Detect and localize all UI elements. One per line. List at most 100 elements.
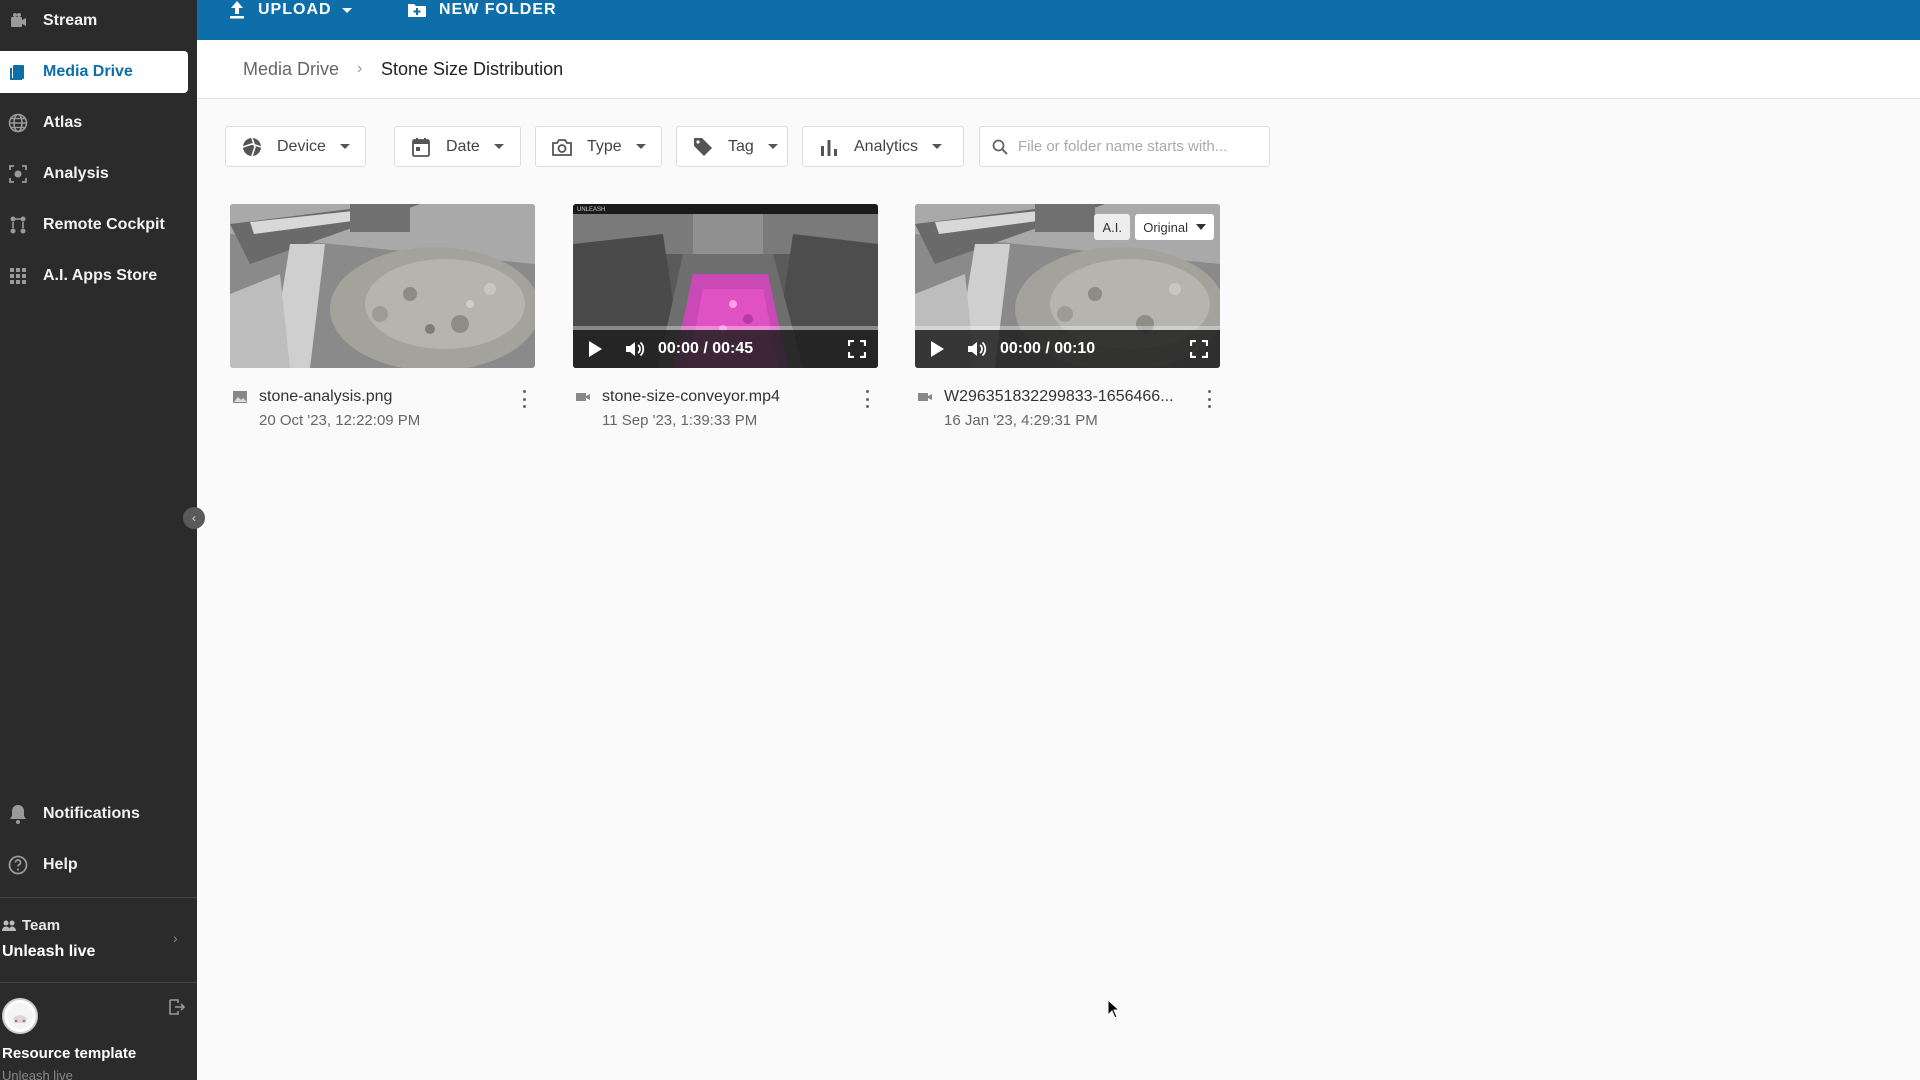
- sidebar-item-label: Help: [43, 856, 78, 873]
- user-org: Unleash live: [2, 1068, 73, 1080]
- new-folder-label: NEW FOLDER: [439, 1, 557, 18]
- mouse-cursor-icon: [1107, 999, 1121, 1019]
- file-name[interactable]: W296351832299833-1656466...: [944, 388, 1184, 406]
- sidebar-item-label: Analysis: [43, 165, 109, 182]
- more-options-icon[interactable]: [1205, 390, 1213, 408]
- user-name: Resource template: [2, 1045, 137, 1062]
- avatar-image: [7, 1003, 33, 1029]
- team-icon: [2, 920, 16, 931]
- volume-icon[interactable]: [624, 338, 646, 360]
- video-file-icon: [575, 390, 591, 404]
- sidebar-item-remote-cockpit[interactable]: Remote Cockpit: [0, 204, 188, 246]
- filter-label: Date: [446, 137, 480, 155]
- file-card-stone-analysis[interactable]: stone-analysis.png 20 Oct '23, 12:22:09 …: [230, 204, 535, 429]
- sidebar-item-label: A.I. Apps Store: [43, 267, 158, 284]
- chevron-down-icon: [767, 144, 778, 149]
- bell-icon: [8, 804, 28, 824]
- sidebar-item-label: Atlas: [43, 114, 83, 131]
- team-label-text: Team: [22, 917, 61, 934]
- upload-button[interactable]: UPLOAD: [228, 0, 352, 20]
- fullscreen-icon[interactable]: [848, 340, 866, 358]
- file-thumbnail[interactable]: [230, 204, 535, 368]
- filter-device[interactable]: Device: [225, 126, 366, 167]
- globe-icon: [8, 113, 28, 133]
- filter-label: Analytics: [854, 137, 919, 155]
- filter-tag[interactable]: Tag: [676, 126, 788, 167]
- sidebar-item-help[interactable]: Help: [0, 844, 188, 886]
- sidebar-item-ai-apps-store[interactable]: A.I. Apps Store: [0, 255, 188, 297]
- video-overlay-text: UNLEASH: [577, 207, 605, 213]
- image-file-icon: [232, 390, 248, 404]
- volume-icon[interactable]: [966, 338, 988, 360]
- chevron-down-icon: [932, 144, 943, 149]
- chevron-down-icon: [339, 144, 350, 149]
- avatar[interactable]: [2, 998, 38, 1034]
- more-options-icon[interactable]: [520, 390, 528, 408]
- new-folder-button[interactable]: NEW FOLDER: [407, 0, 557, 20]
- camera-icon: [551, 136, 573, 158]
- team-name[interactable]: Unleash live: [2, 943, 95, 961]
- grid-icon: [8, 266, 28, 286]
- upload-label: UPLOAD: [258, 1, 332, 18]
- breadcrumb-current: Stone Size Distribution: [381, 59, 564, 79]
- more-options-icon[interactable]: [863, 390, 871, 408]
- filter-analytics[interactable]: Analytics: [802, 126, 964, 167]
- top-toolbar: UPLOAD NEW FOLDER: [197, 0, 1920, 40]
- filter-type[interactable]: Type: [535, 126, 662, 167]
- sidebar-item-label: Stream: [43, 12, 98, 29]
- sidebar-divider: [0, 897, 197, 898]
- thumbnail-image: [230, 204, 535, 368]
- sidebar-item-analysis[interactable]: Analysis: [0, 153, 188, 195]
- file-date: 16 Jan '23, 4:29:31 PM: [944, 412, 1098, 429]
- search-field: [979, 126, 1270, 167]
- filter-label: Type: [587, 137, 622, 155]
- video-time: 00:00 / 00:10: [1000, 340, 1096, 357]
- video-time: 00:00 / 00:45: [658, 340, 754, 357]
- video-player[interactable]: A.I. Original 00:00 / 00:10: [915, 204, 1220, 368]
- play-icon[interactable]: [931, 341, 944, 357]
- video-controls: 00:00 / 00:10: [915, 330, 1220, 368]
- breadcrumb-root[interactable]: Media Drive: [243, 59, 339, 80]
- analysis-icon: [8, 164, 28, 184]
- chevron-down-icon: [1196, 224, 1206, 230]
- collapse-sidebar-button[interactable]: ‹: [183, 507, 205, 529]
- video-player[interactable]: UNLEASH 00:00 / 00:45: [573, 204, 878, 368]
- chevron-right-icon[interactable]: ›: [173, 930, 178, 946]
- filter-label: Device: [277, 137, 326, 155]
- bar-chart-icon: [818, 136, 840, 158]
- tag-icon: [692, 136, 714, 158]
- play-icon[interactable]: [589, 341, 602, 357]
- view-mode-value: Original: [1143, 219, 1188, 235]
- sidebar-item-label: Media Drive: [43, 63, 133, 80]
- team-label: Team: [2, 917, 60, 934]
- media-drive-icon: [8, 62, 28, 82]
- sidebar: Stream Media Drive Atlas Analysis Remote…: [0, 0, 197, 1080]
- sidebar-item-label: Notifications: [43, 805, 140, 822]
- sidebar-item-notifications[interactable]: Notifications: [0, 793, 188, 835]
- filter-date[interactable]: Date: [394, 126, 521, 167]
- file-card-stone-size-conveyor[interactable]: UNLEASH 00:00 / 00:45 stone-size-conveyo…: [573, 204, 878, 429]
- new-folder-icon: [408, 4, 426, 17]
- file-date: 11 Sep '23, 1:39:33 PM: [602, 412, 758, 429]
- sidebar-item-stream[interactable]: Stream: [0, 0, 188, 42]
- logout-icon[interactable]: [168, 998, 188, 1018]
- remote-cockpit-icon: [8, 215, 28, 235]
- filter-label: Tag: [728, 137, 754, 155]
- chevron-down-icon: [635, 144, 646, 149]
- stream-icon: [8, 11, 28, 31]
- fullscreen-icon[interactable]: [1190, 340, 1208, 358]
- sidebar-divider: [0, 982, 197, 983]
- video-controls: 00:00 / 00:45: [573, 330, 878, 368]
- file-name[interactable]: stone-size-conveyor.mp4: [602, 388, 842, 406]
- chevron-down-icon: [341, 7, 352, 13]
- ai-toggle-button[interactable]: A.I.: [1094, 214, 1130, 240]
- sidebar-item-label: Remote Cockpit: [43, 216, 165, 233]
- sidebar-item-media-drive[interactable]: Media Drive: [0, 51, 188, 93]
- view-mode-select[interactable]: Original: [1135, 214, 1214, 240]
- file-card-w296351832299833[interactable]: A.I. Original 00:00 / 00:10 W29635183229…: [915, 204, 1220, 429]
- search-input[interactable]: [1018, 138, 1258, 155]
- device-icon: [241, 136, 263, 158]
- sidebar-item-atlas[interactable]: Atlas: [0, 102, 188, 144]
- search-icon: [992, 139, 1008, 155]
- file-name[interactable]: stone-analysis.png: [259, 388, 499, 406]
